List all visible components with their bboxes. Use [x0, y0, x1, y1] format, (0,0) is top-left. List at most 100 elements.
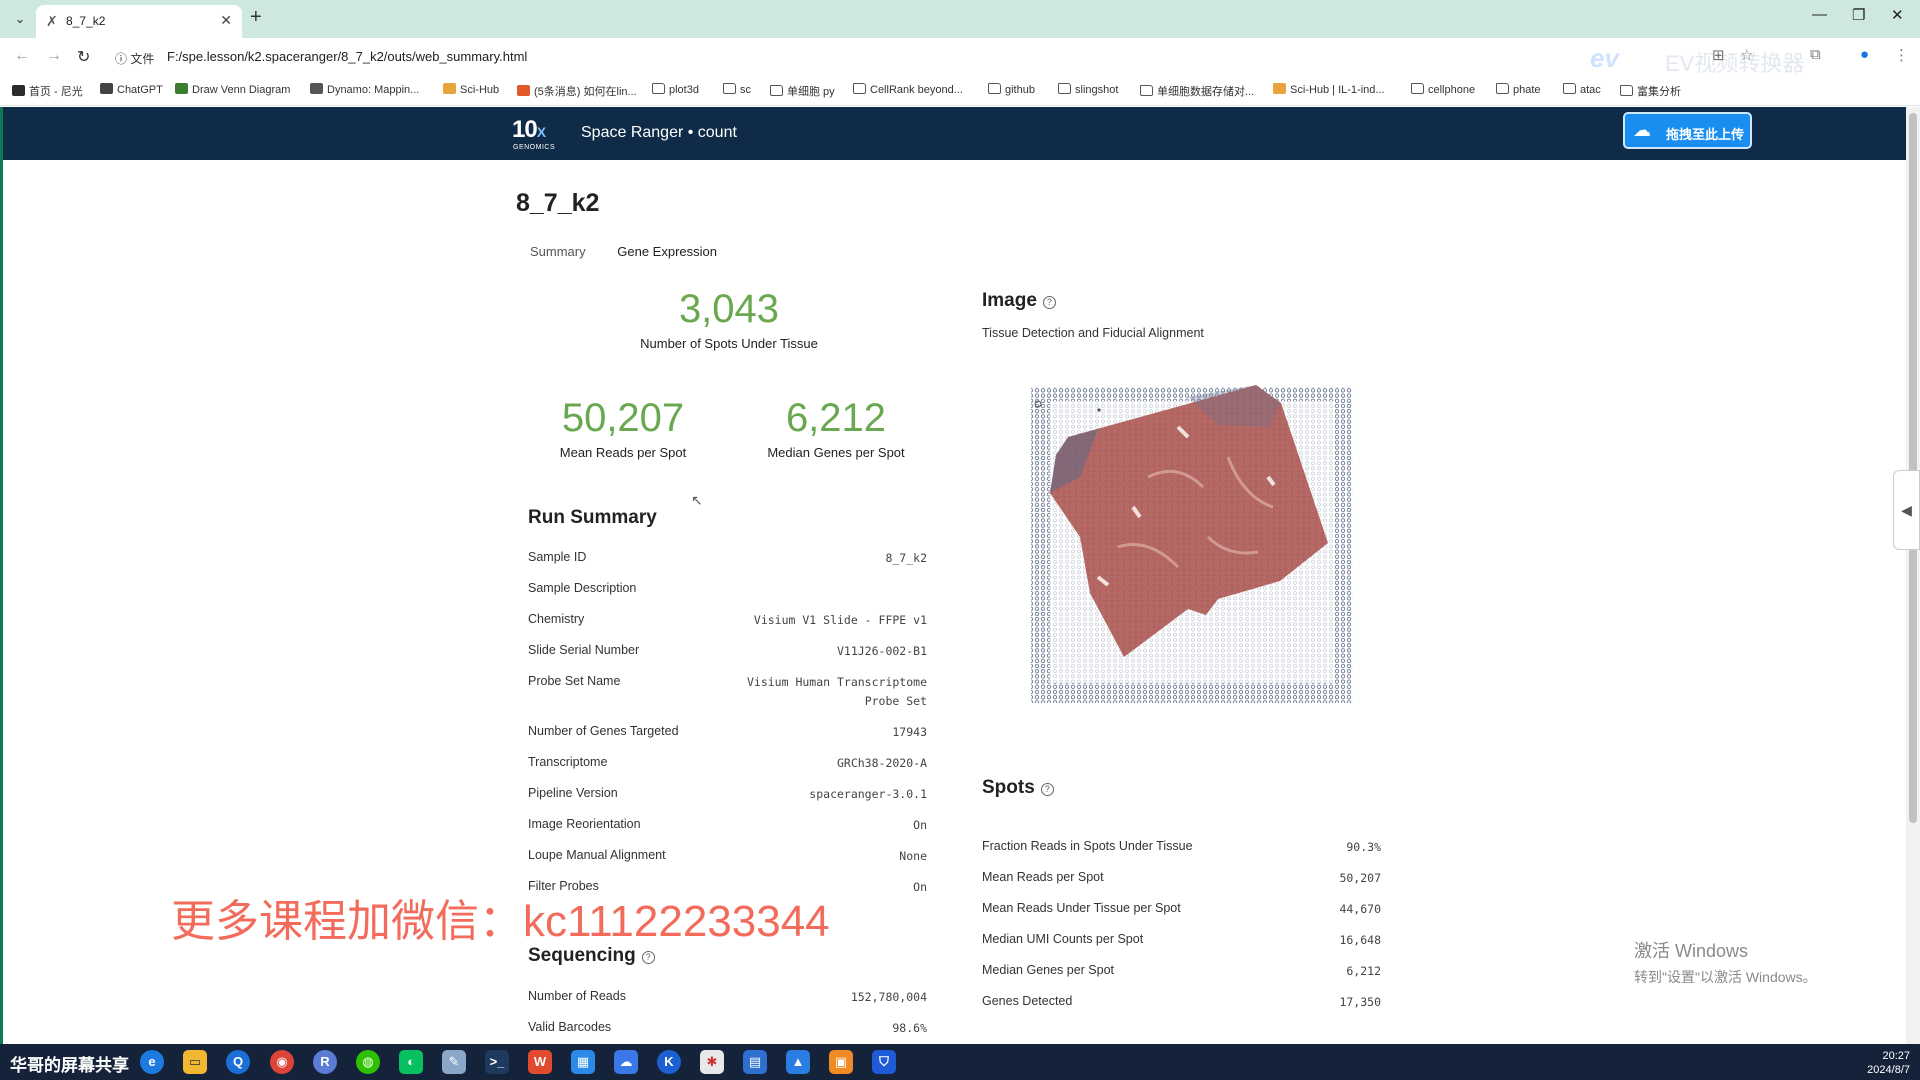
metric-row-value: 17,350 — [1339, 995, 1381, 1009]
site-info-button[interactable]: ⓘ 文件 — [115, 50, 154, 67]
bookmark-item[interactable]: 单细胞数据存储对... — [1140, 83, 1254, 99]
bookmark-label: CellRank beyond... — [870, 84, 963, 96]
xmind-icon[interactable]: ✱ — [700, 1050, 724, 1074]
bookmark-item[interactable]: 首页 - 尼光 — [12, 83, 83, 99]
metric-row-value: None — [899, 849, 927, 863]
bookmark-item[interactable]: Dynamo: Mappin... — [310, 83, 419, 96]
wps-icon[interactable]: W — [528, 1050, 552, 1074]
metric-row-value: Visium V1 Slide - FFPE v1 — [753, 613, 927, 627]
notes-app-icon[interactable]: ✎ — [442, 1050, 466, 1074]
search-app-icon[interactable]: Q — [226, 1050, 250, 1074]
page-title: 8_7_k2 — [516, 189, 600, 217]
tab-summary[interactable]: Summary — [530, 244, 586, 259]
bookmark-item[interactable]: Draw Venn Diagram — [175, 83, 290, 96]
site-favicon-icon — [517, 85, 530, 96]
clock-date: 2024/8/7 — [1867, 1064, 1910, 1076]
address-bar: ← → ↻ ⓘ 文件 F:/spe.lesson/k2.spaceranger/… — [0, 38, 1920, 76]
page-scrollbar[interactable] — [1906, 107, 1920, 1044]
bookmark-label: github — [1005, 84, 1035, 96]
close-tab-icon[interactable]: ✕ — [220, 12, 232, 29]
docker-icon[interactable]: ▤ — [743, 1050, 767, 1074]
bookmark-item[interactable]: 富集分析 — [1620, 83, 1681, 99]
back-arrow-icon[interactable]: ← — [14, 47, 30, 65]
upload-button[interactable]: ☁ 拖拽至此上传 — [1623, 112, 1752, 149]
metric-row-value: GRCh38-2020-A — [836, 756, 927, 770]
bookmark-item[interactable]: 单细胞 py — [770, 83, 835, 99]
metric-row-value: On — [913, 880, 927, 894]
windows-taskbar: 华哥的屏幕共享 e ▭ Q ◉ R ◍ ◐ ✎ >_ W ▦ ☁ K ✱ ▤ ▲… — [0, 1044, 1920, 1080]
bookmark-label: slingshot — [1075, 84, 1119, 96]
wechat-icon[interactable]: ◍ — [356, 1050, 380, 1074]
metric-row-value: 98.6% — [892, 1021, 927, 1035]
tissue-alignment-image — [1028, 377, 1358, 707]
folder-icon — [1563, 83, 1576, 94]
metric-row-value: 90.3% — [1346, 840, 1381, 854]
close-window-icon[interactable]: ✕ — [1891, 6, 1904, 24]
r-app-icon[interactable]: R — [313, 1050, 337, 1074]
terminal-icon[interactable]: >_ — [485, 1050, 509, 1074]
cloud-drive-icon[interactable]: ☁ — [614, 1050, 638, 1074]
new-tab-plus-icon[interactable]: + — [250, 6, 262, 29]
metric-row-label: Fraction Reads in Spots Under Tissue — [982, 839, 1193, 853]
bookmark-label: 富集分析 — [1637, 86, 1681, 98]
site-favicon-icon — [175, 83, 188, 94]
forward-arrow-icon[interactable]: → — [46, 47, 62, 65]
scrollbar-thumb[interactable] — [1909, 113, 1917, 823]
bookmark-item[interactable]: slingshot — [1058, 83, 1118, 96]
spots-under-tissue-value: 3,043 — [678, 287, 780, 331]
spots-under-tissue-label: Number of Spots Under Tissue — [640, 336, 818, 351]
bookmark-label: 首页 - 尼光 — [29, 86, 83, 98]
spots-title: Spots — [982, 777, 1035, 798]
chrome-icon[interactable]: ◉ — [270, 1050, 294, 1074]
calendar-app-icon[interactable]: ▦ — [571, 1050, 595, 1074]
bookmark-item[interactable]: cellphone — [1411, 83, 1475, 96]
edge-icon[interactable]: e — [140, 1050, 164, 1074]
bookmark-item[interactable]: ChatGPT — [100, 83, 163, 96]
menu-kebab-icon[interactable]: ⋮ — [1894, 46, 1909, 64]
metric-row-value: 16,648 — [1339, 933, 1381, 947]
folder-icon — [770, 85, 783, 96]
video-converter-icon[interactable]: ▣ — [829, 1050, 853, 1074]
wechat-work-icon[interactable]: ◐ — [399, 1050, 423, 1074]
browser-tab[interactable]: ✗ 8_7_k2 ✕ — [36, 5, 242, 38]
tab-list-chevron-icon[interactable]: ⌄ — [10, 9, 30, 29]
bookmark-item[interactable]: plot3d — [652, 83, 699, 96]
tab-gene-expression[interactable]: Gene Expression — [617, 244, 717, 259]
metric-row-label: Number of Genes Targeted — [528, 724, 679, 738]
restore-icon[interactable]: ❐ — [1852, 6, 1865, 24]
folder-icon — [1620, 85, 1633, 96]
bookmark-item[interactable]: phate — [1496, 83, 1541, 96]
bookmark-item[interactable]: Sci-Hub | IL-1-ind... — [1273, 83, 1385, 96]
help-icon[interactable]: ? — [1040, 783, 1054, 796]
metric-row-label: Valid Barcodes — [528, 1020, 612, 1034]
bookmark-item[interactable]: (5条消息) 如何在lin... — [517, 83, 637, 99]
bookmark-item[interactable]: Sci-Hub — [443, 83, 499, 96]
metric-row-value: V11J26-002-B1 — [836, 644, 927, 658]
image-subtitle: Tissue Detection and Fiducial Alignment — [982, 326, 1204, 340]
kdocs-icon[interactable]: K — [657, 1050, 681, 1074]
security-shield-icon[interactable]: ⛉ — [872, 1050, 896, 1074]
system-clock[interactable]: 20:27 2024/8/7 — [1864, 1049, 1910, 1077]
help-icon[interactable]: ? — [641, 951, 655, 964]
bookmark-item[interactable]: github — [988, 83, 1035, 96]
bookmark-item[interactable]: atac — [1563, 83, 1601, 96]
site-favicon-icon — [443, 83, 456, 94]
help-icon[interactable]: ? — [1042, 296, 1056, 309]
reload-icon[interactable]: ↻ — [77, 47, 90, 67]
metric-row-label: Median UMI Counts per Spot — [982, 932, 1144, 946]
page-viewport: 10X GENOMICS Space Ranger • count ☁ 拖拽至此… — [0, 107, 1906, 1044]
url-input[interactable]: F:/spe.lesson/k2.spaceranger/8_7_k2/outs… — [167, 49, 527, 64]
metric-row-value: 17943 — [892, 725, 927, 739]
file-explorer-icon[interactable]: ▭ — [183, 1050, 207, 1074]
translate-icon[interactable]: ⊞ — [1712, 46, 1725, 64]
mouse-cursor-icon: ↖ — [691, 492, 703, 508]
extensions-icon[interactable]: ⧉ — [1810, 46, 1821, 63]
side-panel-collapse-icon[interactable]: ◀ — [1893, 470, 1920, 550]
star-icon[interactable]: ☆ — [1740, 46, 1753, 64]
bookmarks-bar: 首页 - 尼光 ChatGPT Draw Venn Diagram Dynamo: M… — [0, 76, 1920, 106]
bookmark-item[interactable]: CellRank beyond... — [853, 83, 963, 96]
bookmark-item[interactable]: sc — [723, 83, 751, 96]
minimize-icon[interactable]: — — [1812, 6, 1827, 23]
profile-icon[interactable]: ● — [1860, 46, 1869, 63]
meeting-app-icon[interactable]: ▲ — [786, 1050, 810, 1074]
